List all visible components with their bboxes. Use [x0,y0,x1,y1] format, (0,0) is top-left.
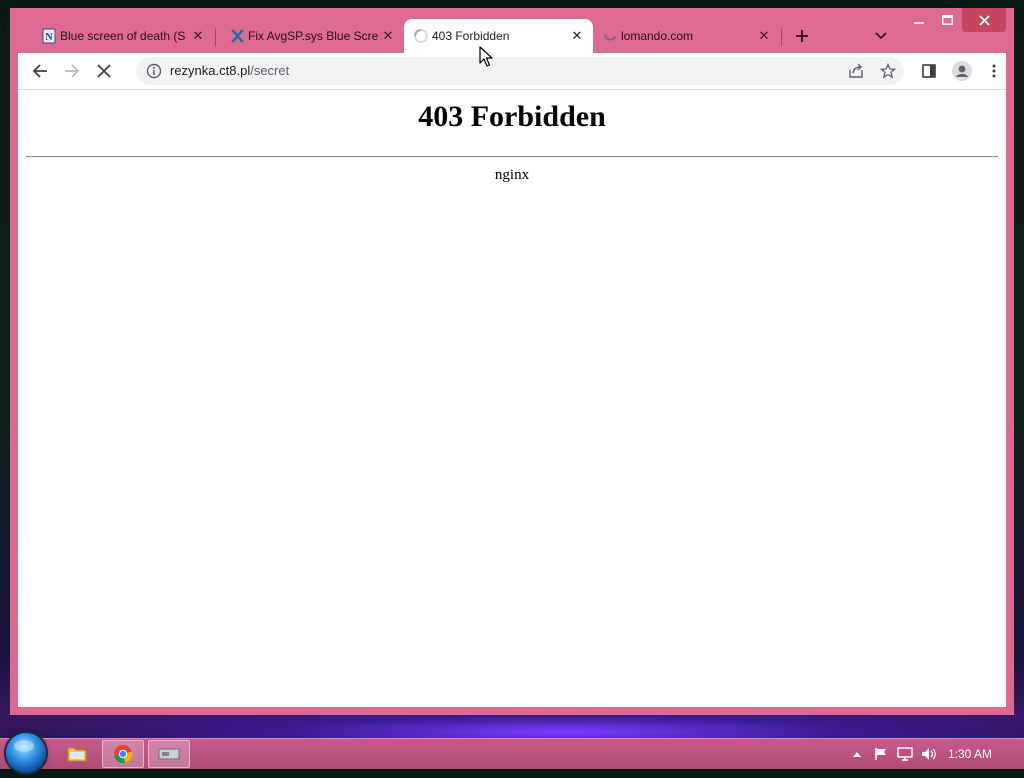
show-hidden-icons-button[interactable] [849,746,865,762]
tab-strip: N Blue screen of death (S ✕ Fix AvgSP.sy… [10,8,1014,53]
tab-title: Fix AvgSP.sys Blue Scre [248,29,379,43]
address-url[interactable]: rezynka.ct8.pl/secret [170,63,289,78]
tab-title: Blue screen of death (S [60,29,186,43]
loading-spinner-icon [414,29,428,43]
info-icon[interactable] [146,63,162,79]
maximize-icon [941,15,953,25]
taskbar-clock[interactable]: 1:30 AM [948,747,992,761]
loading-spinner-icon [604,34,616,41]
forward-button[interactable] [58,57,86,85]
flag-icon [875,748,886,760]
tab-blue-screen[interactable]: N Blue screen of death (S ✕ [32,19,214,53]
tab-fix-avgsp[interactable]: Fix AvgSP.sys Blue Scre ✕ [220,19,404,53]
share-icon [849,63,863,78]
browser-toolbar: rezynka.ct8.pl/secret [18,53,1006,89]
action-center-button[interactable] [873,746,889,762]
taskbar-file-explorer[interactable] [56,740,98,768]
tab-separator [781,28,782,46]
arrow-right-icon [65,64,80,78]
document-n-icon: N [42,28,56,44]
address-bar[interactable]: rezynka.ct8.pl/secret [136,57,904,85]
plus-icon [796,30,808,42]
chevron-down-icon [875,32,887,40]
tab-separator [215,28,216,46]
tab-close-icon[interactable]: ✕ [569,28,585,44]
profile-button[interactable] [948,57,976,85]
page-heading: 403 Forbidden [418,100,606,133]
minimize-button[interactable] [906,8,932,32]
side-panel-icon [922,64,936,78]
url-path: /secret [250,63,290,78]
page-viewport: 403 Forbidden nginx [18,89,1006,707]
close-window-button[interactable] [962,8,1006,32]
server-signature: nginx [494,167,530,183]
url-host: rezynka.ct8.pl [170,63,251,78]
close-icon [978,14,990,26]
tab-search-button[interactable] [870,25,892,47]
browser-window: N Blue screen of death (S ✕ Fix AvgSP.sy… [10,8,1014,715]
windows-orb-icon [14,740,34,752]
tab-close-icon[interactable]: ✕ [190,28,206,44]
close-icon [97,64,111,78]
tab-close-icon[interactable]: ✕ [756,28,772,44]
tab-title: 403 Forbidden [432,29,510,43]
more-vert-icon [992,64,996,78]
bookmark-button[interactable] [878,61,898,81]
new-tab-button[interactable] [790,24,814,48]
chrome-icon [114,745,133,763]
mouse-cursor-icon [479,46,493,67]
minimize-icon [914,22,924,24]
tab-lomando[interactable]: lomando.com ✕ [593,19,780,53]
taskbar-chrome[interactable] [102,740,144,768]
star-icon [880,63,896,79]
app-window-icon [158,748,180,760]
side-panel-button[interactable] [915,57,943,85]
folder-icon [67,747,87,762]
maximize-button[interactable] [934,8,960,32]
menu-button[interactable] [980,57,1008,85]
tab-title: lomando.com [621,29,694,43]
page-divider [26,156,998,158]
arrow-left-icon [32,64,47,78]
start-button[interactable] [6,733,46,773]
taskbar: 1:30 AM [0,733,1024,773]
network-button[interactable] [897,746,913,762]
back-button[interactable] [26,57,54,85]
taskbar-app[interactable] [148,740,190,768]
volume-button[interactable] [921,746,937,762]
stop-loading-button[interactable] [90,57,118,85]
svg-text:N: N [45,32,53,43]
share-button[interactable] [846,61,866,81]
tab-403-forbidden[interactable]: 403 Forbidden ✕ [404,19,593,53]
avatar-icon [952,61,972,81]
speaker-icon [922,748,936,760]
chevron-up-icon [853,752,861,757]
tab-close-icon[interactable]: ✕ [380,28,396,44]
network-icon [897,747,913,761]
x-logo-icon [231,30,244,42]
